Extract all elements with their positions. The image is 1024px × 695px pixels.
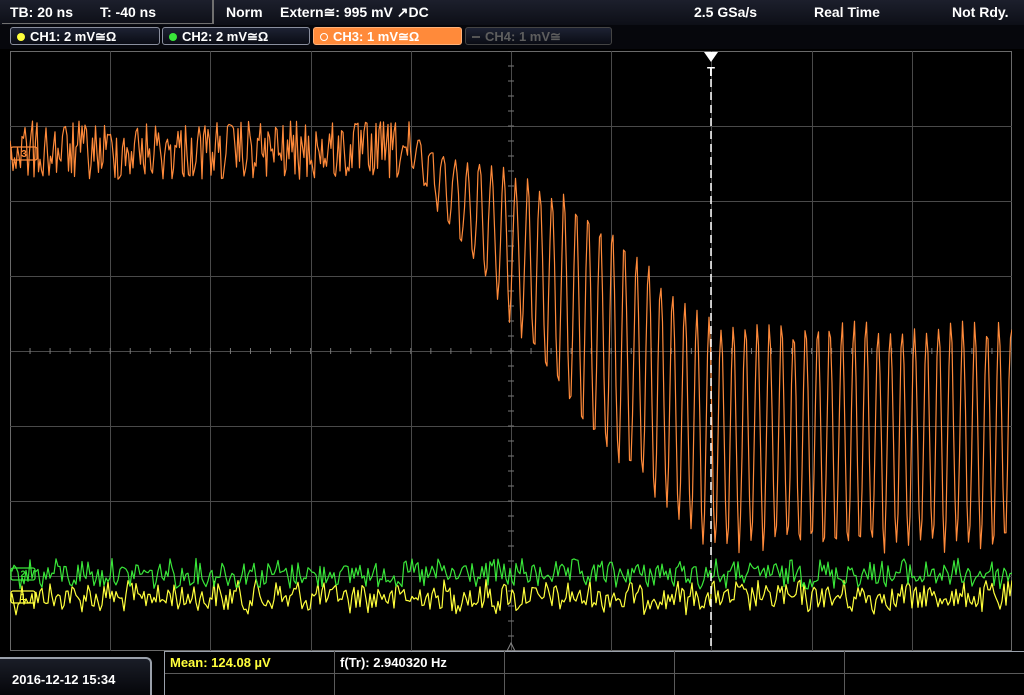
ch2-marker-label: 2 (20, 569, 25, 579)
channel-tab-ch4-label: CH4: 1 mV≅ (485, 29, 561, 44)
channel-tab-ch2-label: CH2: 2 mV≅Ω (182, 29, 269, 44)
ch3-indicator-icon (320, 33, 328, 41)
trigger-source-label[interactable]: Extern≅: 995 mV ↗DC (280, 4, 429, 21)
sample-rate-label[interactable]: 2.5 GSa/s (694, 4, 757, 20)
ch1-marker-label: 1 (20, 592, 25, 602)
trigger-marker-label: T (707, 64, 715, 79)
bottom-bar: 2016-12-12 15:34 Mean: 124.08 µV f(Tr): … (0, 651, 1024, 695)
timebase-box[interactable]: TB: 20 ns T: -40 ns (2, 0, 214, 24)
run-state-label: Not Rdy. (952, 4, 1009, 20)
status-bar: TB: 20 ns T: -40 ns Norm Extern≅: 995 mV… (0, 0, 1024, 25)
ch4-indicator-icon (472, 36, 480, 38)
channel-tab-ch3[interactable]: CH3: 1 mV≅Ω (313, 27, 462, 45)
oscilloscope-screen: TB: 20 ns T: -40 ns Norm Extern≅: 995 mV… (0, 0, 1024, 695)
frequency-measurement[interactable]: f(Tr): 2.940320 Hz (340, 655, 447, 670)
channel-tabs: CH1: 2 mV≅Ω CH2: 2 mV≅Ω CH3: 1 mV≅Ω CH4:… (0, 25, 1024, 49)
acquisition-mode-label[interactable]: Real Time (814, 4, 880, 20)
channel-tab-ch1[interactable]: CH1: 2 mV≅Ω (10, 27, 160, 45)
timebase-label[interactable]: TB: 20 ns (10, 4, 73, 20)
datetime-box: 2016-12-12 15:34 (0, 657, 152, 695)
datetime-label: 2016-12-12 15:34 (12, 672, 116, 687)
channel-tab-ch4[interactable]: CH4: 1 mV≅ (465, 27, 612, 45)
ch1-indicator-icon (17, 33, 25, 41)
waveform-display[interactable]: T 3 2 1 (10, 51, 1012, 651)
trigger-time-label[interactable]: T: -40 ns (100, 4, 156, 20)
ch2-indicator-icon (169, 33, 177, 41)
measurement-table (164, 651, 1024, 695)
trigger-mode-label[interactable]: Norm (226, 4, 263, 20)
channel-tab-ch1-label: CH1: 2 mV≅Ω (30, 29, 117, 44)
ch3-marker-label: 3 (21, 149, 27, 160)
waveform-area[interactable]: T 3 2 1 (10, 51, 1012, 651)
mean-measurement[interactable]: Mean: 124.08 µV (170, 655, 271, 670)
channel-tab-ch2[interactable]: CH2: 2 mV≅Ω (162, 27, 310, 45)
channel-tab-ch3-label: CH3: 1 mV≅Ω (333, 29, 420, 44)
